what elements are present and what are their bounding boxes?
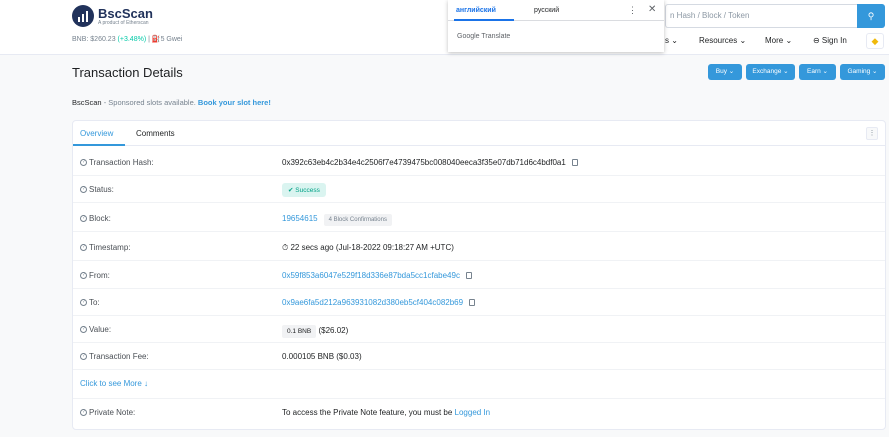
price-change: (+3.48%) (117, 36, 147, 43)
nav-resources[interactable]: Resources ⌄ (699, 36, 746, 45)
sign-in-link[interactable]: ⊖ Sign In (813, 36, 847, 45)
tab-comments[interactable]: Comments (136, 129, 175, 138)
row-timestamp: ? Timestamp: ⏱ 22 secs ago (Jul-18-2022 0… (73, 234, 885, 261)
click-to-see-more-link[interactable]: Click to see More ↓ (80, 379, 148, 388)
row-status: ? Status: ✔ Success (73, 176, 885, 203)
status-badge: ✔ Success (282, 183, 326, 197)
gaming-button[interactable]: Gaming ⌄ (840, 64, 885, 80)
hash-label: Transaction Hash: (89, 158, 154, 167)
row-value: ? Value: 0.1 BNB ($26.02) (73, 316, 885, 343)
help-icon: ? (80, 326, 87, 334)
buy-button[interactable]: Buy ⌄ (708, 64, 742, 80)
fee-value: 0.000105 BNB ($0.03) (282, 352, 362, 361)
sponsor-brand: BscScan (72, 98, 102, 107)
search-icon: ⚲ (867, 11, 875, 21)
bnb-icon[interactable]: ◆ (866, 33, 884, 49)
row-to: ? To: 0x9ae6fa5d212a963931082d380eb5cf404… (73, 289, 885, 316)
row-private-note: ? Private Note: To access the Private Not… (73, 398, 885, 425)
tab-bar: Overview Comments ⋮ (73, 121, 885, 146)
to-address-link[interactable]: 0x9ae6fa5d212a963931082d380eb5cf404c082b… (282, 298, 463, 307)
timestamp-value: ⏱ 22 secs ago (Jul-18-2022 09:18:27 AM +… (282, 243, 454, 252)
confirmations-badge: 4 Block Confirmations (323, 214, 392, 226)
google-translate-brand: Google Translate (457, 33, 511, 40)
site-header: BscScan A product of Etherscan BNB: $260… (0, 0, 889, 55)
translate-tab-underline (454, 19, 514, 21)
help-icon: ? (80, 159, 87, 167)
search-input[interactable]: n Hash / Block / Token (665, 4, 857, 28)
tab-overview[interactable]: Overview (80, 129, 113, 138)
status-text: Success (295, 187, 320, 194)
note-text: To access the Private Note feature, you … (282, 408, 455, 417)
block-link[interactable]: 19654615 (282, 214, 318, 223)
tx-hash: 0x392c63eb4c2b34e4c2506f7e4739475bc00804… (282, 158, 566, 167)
from-label: From: (89, 271, 110, 280)
translate-tab-english[interactable]: английский (456, 7, 496, 14)
translate-tab-russian[interactable]: русский (534, 7, 559, 14)
value-label: Value: (89, 325, 112, 334)
value-badge: 0.1 BNB (282, 325, 317, 338)
active-tab-underline (73, 144, 125, 146)
search-button[interactable]: ⚲ (857, 4, 885, 28)
to-label: To: (89, 298, 100, 307)
block-label: Block: (89, 214, 111, 223)
gas-price: | ⛽5 Gwei (148, 36, 183, 43)
copy-icon[interactable] (571, 159, 578, 167)
transaction-card: Overview Comments ⋮ ? Transaction Hash: 0… (72, 120, 886, 430)
book-slot-link[interactable]: Book your slot here! (198, 98, 271, 107)
exchange-button[interactable]: Exchange ⌄ (746, 64, 795, 80)
logo-icon (72, 5, 94, 27)
nav-partial[interactable]: s ⌄ (665, 36, 678, 45)
status-label: Status: (89, 185, 114, 194)
help-icon: ? (80, 409, 87, 417)
logged-in-link[interactable]: Logged In (455, 408, 491, 417)
page-title: Transaction Details (72, 65, 183, 80)
logo-subtitle: A product of Etherscan (98, 19, 149, 26)
help-icon: ? (80, 299, 87, 307)
price-label: BNB: $260.23 (72, 36, 116, 43)
kebab-menu-icon[interactable]: ⋮ (866, 127, 878, 140)
from-address-link[interactable]: 0x59f853a6047e529f18d336e87bda5cc1cfabe4… (282, 271, 460, 280)
fee-label: Transaction Fee: (89, 352, 149, 361)
row-transaction-hash: ? Transaction Hash: 0x392c63eb4c2b34e4c25… (73, 149, 885, 176)
help-icon: ? (80, 186, 87, 194)
sponsor-banner: BscScan - Sponsored slots available. Boo… (72, 98, 271, 107)
copy-icon[interactable] (465, 272, 472, 280)
help-icon: ? (80, 244, 87, 252)
nav-more[interactable]: More ⌄ (765, 36, 792, 45)
value-usd: ($26.02) (318, 326, 349, 335)
earn-button[interactable]: Earn ⌄ (799, 64, 836, 80)
help-icon: ? (80, 353, 87, 361)
row-block: ? Block: 19654615 4 Block Confirmations (73, 205, 885, 232)
more-options-icon[interactable]: ⋮ (628, 5, 637, 16)
help-icon: ? (80, 272, 87, 280)
logo-name: BscScan (98, 5, 153, 21)
sponsor-text: - Sponsored slots available. (101, 98, 198, 107)
close-icon[interactable]: ✕ (648, 4, 656, 15)
row-from: ? From: 0x59f853a6047e529f18d336e87bda5cc… (73, 262, 885, 289)
bnb-price: BNB: $260.23 (+3.48%) | ⛽5 Gwei (72, 35, 182, 43)
row-transaction-fee: ? Transaction Fee: 0.000105 BNB ($0.03) (73, 343, 885, 370)
google-translate-popup: английский русский ⋮ ✕ Google Translate (448, 0, 664, 52)
timestamp-label: Timestamp: (89, 243, 131, 252)
bscscan-logo[interactable]: BscScan A product of Etherscan (72, 5, 153, 27)
help-icon: ? (80, 215, 87, 223)
note-label: Private Note: (89, 408, 136, 417)
copy-icon[interactable] (469, 299, 476, 307)
